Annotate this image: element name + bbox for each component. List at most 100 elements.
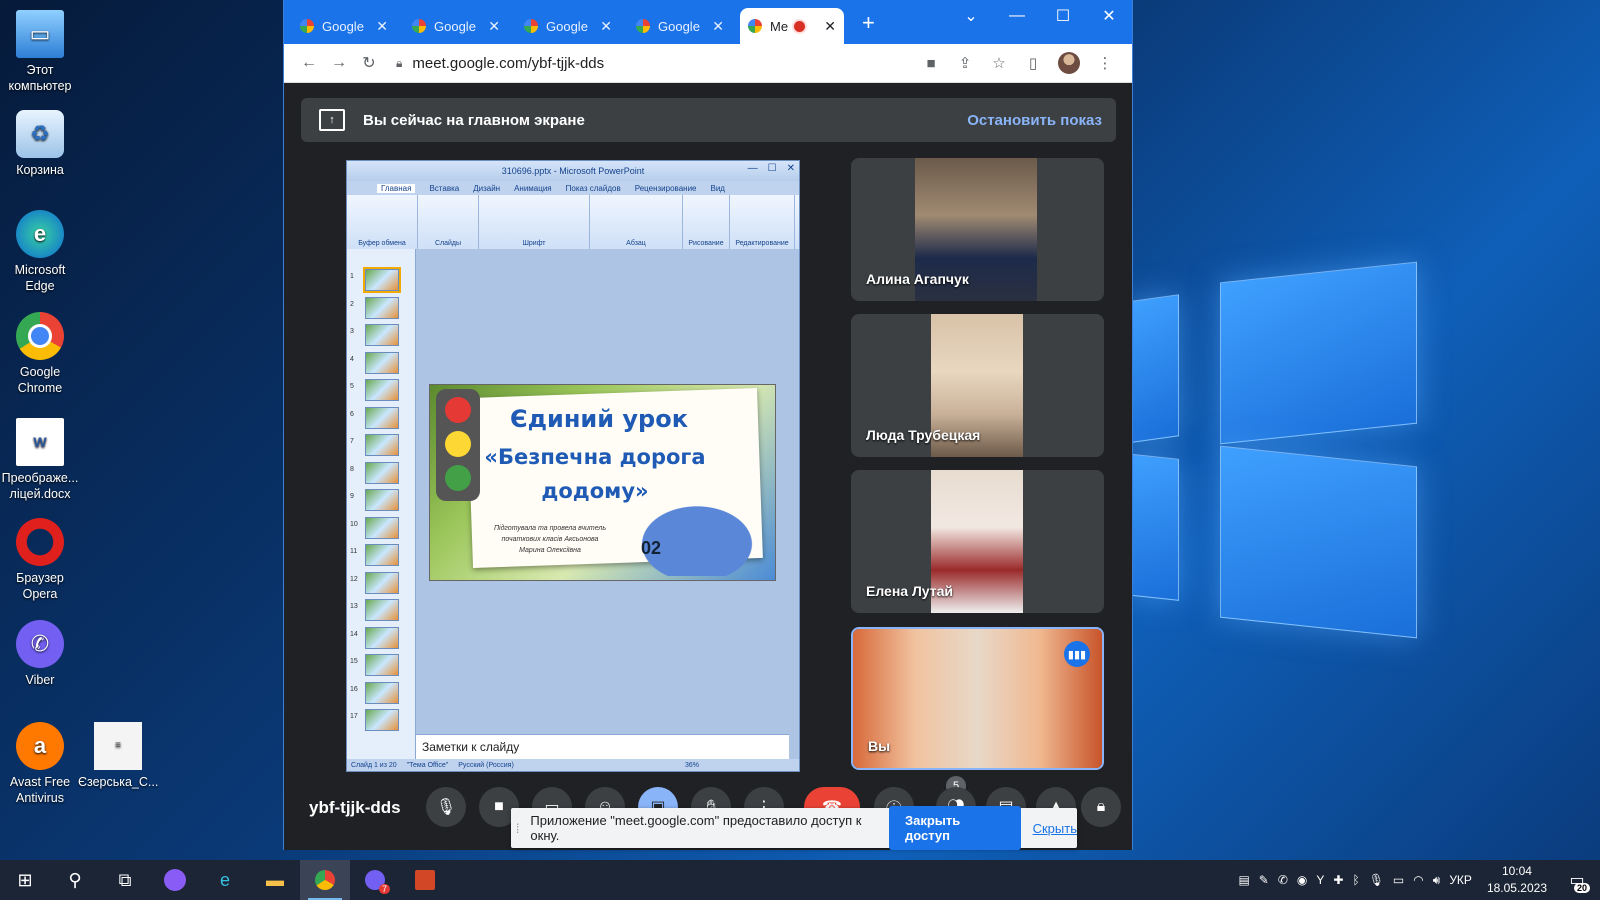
tab-meet[interactable]: Me ✕ bbox=[740, 8, 844, 44]
stop-sharing-button[interactable]: Закрыть доступ bbox=[888, 806, 1021, 850]
share-icon[interactable]: ⇪ bbox=[948, 54, 982, 72]
microphone-button[interactable]: 🎙︎ bbox=[426, 787, 466, 827]
menu-kebab-icon[interactable]: ⋮ bbox=[1088, 54, 1122, 72]
desktop-icon-edge[interactable]: e Microsoft Edge bbox=[0, 210, 80, 294]
maximize-button[interactable]: ☐ bbox=[1040, 0, 1086, 32]
viber-tray-icon[interactable]: ✆ bbox=[1278, 873, 1288, 887]
tab-google-4[interactable]: Google ✕ bbox=[628, 8, 732, 44]
ppt-statusbar: Слайд 1 из 20 "Тема Office" Русский (Рос… bbox=[347, 759, 799, 771]
desktop-icon-viber[interactable]: ✆ Viber bbox=[0, 620, 80, 688]
taskbar-viber[interactable]: 7 bbox=[350, 860, 400, 900]
slide-thumbnail bbox=[365, 406, 399, 429]
close-tab-icon[interactable]: ✕ bbox=[824, 18, 836, 35]
search-button[interactable]: ⚲ bbox=[50, 860, 100, 900]
ppt-maximize-icon: ☐ bbox=[767, 163, 777, 174]
task-view-button[interactable]: ⧉ bbox=[100, 860, 150, 900]
drive-favicon-icon bbox=[412, 19, 426, 33]
slide-notes: Заметки к слайду bbox=[416, 734, 789, 759]
stop-presenting-button[interactable]: Остановить показ bbox=[967, 112, 1102, 129]
alice-assistant-icon bbox=[164, 869, 186, 891]
camera-icon[interactable]: ■ bbox=[914, 55, 948, 72]
slide-thumbnail-number: 11 bbox=[350, 548, 358, 555]
ppt-close-icon: ✕ bbox=[786, 163, 795, 174]
close-tab-icon[interactable]: ✕ bbox=[376, 18, 388, 35]
taskbar-edge[interactable]: e bbox=[200, 860, 250, 900]
tab-google-3[interactable]: Google ✕ bbox=[516, 8, 620, 44]
address-bar[interactable]: 🔒︎ meet.google.com/ybf-tjjk-dds bbox=[384, 55, 914, 72]
traffic-light-graphic bbox=[436, 389, 480, 501]
taskbar-alice[interactable] bbox=[150, 860, 200, 900]
side-panel-icon[interactable]: ▯ bbox=[1016, 54, 1050, 72]
clock-date: 18.05.2023 bbox=[1486, 881, 1547, 895]
slide-thumbnail-number: 1 bbox=[350, 273, 354, 280]
back-button[interactable]: ← bbox=[294, 54, 324, 72]
desktop-icon-opera[interactable]: Браузер Opera bbox=[0, 518, 80, 602]
tray-app-icon[interactable]: ✎ bbox=[1259, 873, 1269, 887]
desktop-icon-document[interactable]: ≡ Єзерська_С... bbox=[78, 722, 158, 790]
taskbar-powerpoint[interactable] bbox=[400, 860, 450, 900]
tab-google-1[interactable]: Google ✕ bbox=[292, 8, 396, 44]
wallpaper-pane bbox=[1125, 294, 1179, 444]
host-controls-button[interactable]: 🔒︎ bbox=[1081, 787, 1121, 827]
yandex-tray-icon[interactable]: Y bbox=[1316, 873, 1324, 887]
desktop-icon-computer[interactable]: ▭ Этот компьютер bbox=[0, 10, 80, 94]
slide-thumbnail-number: 10 bbox=[350, 520, 358, 528]
participant-tile[interactable]: Люда Трубецкая bbox=[851, 314, 1104, 457]
close-tab-icon[interactable]: ✕ bbox=[488, 18, 500, 35]
tab-google-2[interactable]: Google ✕ bbox=[404, 8, 508, 44]
wallpaper-pane bbox=[1220, 445, 1417, 639]
slide-thumbnail-number: 12 bbox=[350, 575, 358, 583]
taskbar-explorer[interactable]: ▬ bbox=[250, 860, 300, 900]
wifi-icon[interactable]: ◠ bbox=[1413, 873, 1423, 887]
battery-icon[interactable]: ▭ bbox=[1393, 873, 1404, 887]
reload-button[interactable]: ↻ bbox=[354, 53, 384, 73]
profile-avatar[interactable] bbox=[1058, 52, 1080, 74]
new-tab-button[interactable]: + bbox=[852, 10, 885, 44]
desktop-icon-recycle-bin[interactable]: ♻ Корзина bbox=[0, 110, 80, 178]
clock[interactable]: 10:04 18.05.2023 bbox=[1481, 863, 1553, 897]
news-widget-icon[interactable]: ▤ bbox=[1238, 873, 1249, 887]
meeting-code: ybf-tjjk-dds bbox=[309, 798, 401, 817]
avast-icon: a bbox=[16, 722, 64, 770]
close-tab-icon[interactable]: ✕ bbox=[712, 18, 724, 35]
status-language: Русский (Россия) bbox=[458, 761, 514, 769]
participant-tile[interactable]: Елена Лутай bbox=[851, 470, 1104, 613]
viber-icon: ✆ bbox=[16, 620, 64, 668]
drag-handle-icon[interactable]: ⁞ bbox=[511, 821, 524, 836]
slide-thumbnail bbox=[365, 709, 399, 731]
slide-thumbnail-number: 3 bbox=[350, 328, 354, 335]
desktop-icon-docx[interactable]: W Преображе... лiцей.docx bbox=[0, 418, 80, 502]
notes-placeholder: Заметки к слайду bbox=[422, 740, 520, 754]
slide-thumbnail bbox=[365, 434, 399, 456]
desktop-icon-avast[interactable]: a Avast Free Antivirus bbox=[0, 722, 80, 806]
hide-notice-link[interactable]: Скрыть bbox=[1033, 821, 1077, 836]
microphone-tray-icon[interactable]: 🎙︎ bbox=[1369, 873, 1384, 887]
tab-label: Google bbox=[434, 18, 476, 34]
desktop-icon-chrome[interactable]: Google Chrome bbox=[0, 312, 80, 396]
bluetooth-icon[interactable]: ᛒ bbox=[1352, 873, 1359, 887]
notification-center-button[interactable]: ▭ 20 bbox=[1562, 865, 1592, 895]
language-indicator[interactable]: УКР bbox=[1449, 873, 1472, 887]
close-tab-icon[interactable]: ✕ bbox=[600, 18, 612, 35]
slide-title-line1: Єдиний урок bbox=[510, 405, 688, 433]
tab-strip: Google ✕ Google ✕ Google ✕ Google ✕ Me ✕ + ⌄ … bbox=[284, 0, 1132, 44]
forward-button[interactable]: → bbox=[324, 54, 354, 72]
ppt-ribbon-tabs: Главная Вставка Дизайн Анимация Показ сл… bbox=[347, 181, 799, 195]
status-theme: "Тема Office" bbox=[406, 761, 449, 769]
minimize-button[interactable]: — bbox=[994, 0, 1040, 32]
avast-tray-icon[interactable]: ◉ bbox=[1297, 873, 1307, 887]
bookmark-star-icon[interactable]: ☆ bbox=[982, 54, 1016, 72]
lock-icon[interactable]: 🔒︎ bbox=[396, 56, 402, 71]
lock-person-icon: 🔒︎ bbox=[1096, 798, 1106, 815]
speaking-indicator-icon: ▮▮▮ bbox=[1064, 641, 1090, 667]
close-window-button[interactable]: ✕ bbox=[1086, 0, 1132, 32]
volume-icon[interactable]: 🔊︎ bbox=[1433, 873, 1441, 888]
shared-screen-powerpoint: 310696.pptx - Microsoft PowerPoint — ☐ ✕ Г… bbox=[346, 160, 800, 772]
taskbar-chrome[interactable] bbox=[300, 860, 350, 900]
tab-search-icon[interactable]: ⌄ bbox=[948, 0, 994, 32]
security-tray-icon[interactable]: ✚ bbox=[1333, 873, 1343, 887]
participant-tile[interactable]: Алина Агапчук bbox=[851, 158, 1104, 301]
start-button[interactable]: ⊞ bbox=[0, 860, 50, 900]
self-tile[interactable]: ▮▮▮ Вы bbox=[851, 627, 1104, 770]
edge-icon: e bbox=[16, 210, 64, 258]
